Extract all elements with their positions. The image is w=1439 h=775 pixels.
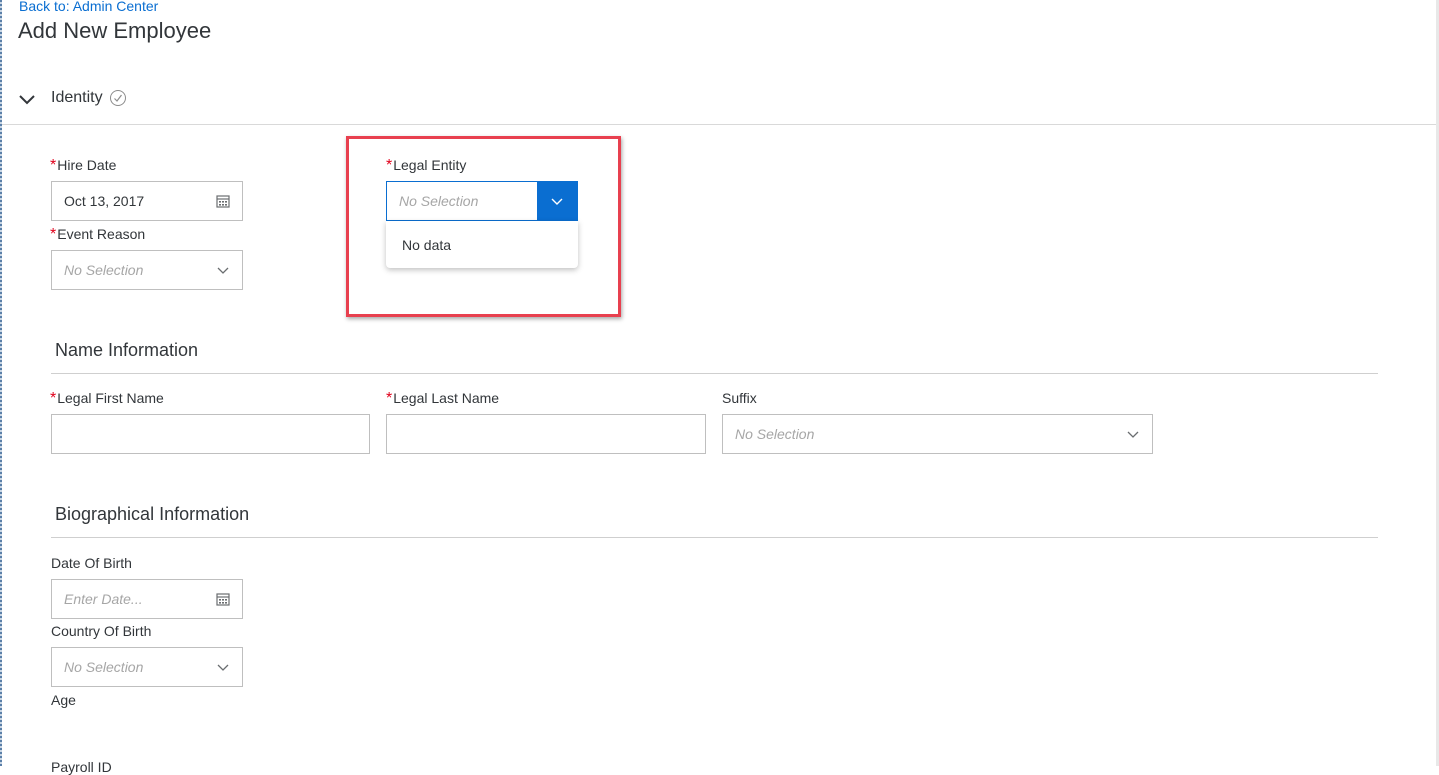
- event-reason-placeholder: No Selection: [64, 262, 144, 278]
- name-information-divider: [51, 373, 1378, 374]
- legal-entity-dropdown-button[interactable]: [537, 182, 577, 220]
- check-circle-icon: [110, 90, 126, 106]
- date-of-birth-label: Date Of Birth: [51, 555, 132, 571]
- back-to-admin-center-link[interactable]: Back to: Admin Center: [19, 0, 158, 14]
- legal-entity-dropdown-list: No data: [386, 221, 578, 268]
- hire-date-label: *Hire Date: [50, 157, 117, 174]
- required-asterisk: *: [50, 390, 57, 407]
- age-label: Age: [51, 692, 76, 708]
- required-asterisk: *: [386, 157, 393, 174]
- country-of-birth-label: Country Of Birth: [51, 623, 152, 639]
- country-of-birth-select[interactable]: No Selection: [51, 647, 243, 687]
- identity-section-label[interactable]: Identity: [51, 89, 103, 107]
- legal-first-name-input[interactable]: [51, 414, 370, 454]
- payroll-id-label: Payroll ID: [51, 759, 112, 775]
- hire-date-value: Oct 13, 2017: [64, 193, 145, 209]
- legal-entity-select[interactable]: No Selection: [386, 181, 578, 221]
- hire-date-input[interactable]: Oct 13, 2017: [51, 181, 243, 221]
- chevron-down-icon[interactable]: [216, 660, 230, 674]
- date-of-birth-placeholder: Enter Date...: [64, 591, 143, 607]
- page-title: Add New Employee: [18, 18, 212, 43]
- calendar-icon[interactable]: [216, 194, 230, 208]
- biographical-information-title: Biographical Information: [55, 504, 250, 524]
- event-reason-select[interactable]: No Selection: [51, 250, 243, 290]
- legal-last-name-label: *Legal Last Name: [386, 390, 500, 407]
- required-asterisk: *: [50, 157, 57, 174]
- name-information-title: Name Information: [55, 340, 199, 360]
- date-of-birth-input[interactable]: Enter Date...: [51, 579, 243, 619]
- required-asterisk: *: [386, 390, 393, 407]
- suffix-label: Suffix: [722, 390, 757, 406]
- chevron-down-icon[interactable]: [1126, 427, 1140, 441]
- event-reason-label: *Event Reason: [50, 226, 146, 243]
- window-left-border: [0, 0, 2, 766]
- no-data-message: No data: [402, 237, 452, 253]
- calendar-icon[interactable]: [216, 592, 230, 606]
- chevron-down-icon: [551, 198, 563, 205]
- legal-entity-placeholder: No Selection: [399, 193, 479, 209]
- suffix-select[interactable]: No Selection: [722, 414, 1153, 454]
- biographical-information-divider: [51, 537, 1378, 538]
- chevron-down-icon[interactable]: [216, 263, 230, 277]
- legal-last-name-input[interactable]: [386, 414, 706, 454]
- legal-first-name-label: *Legal First Name: [50, 390, 164, 407]
- legal-entity-label: *Legal Entity: [386, 157, 467, 174]
- collapse-chevron-icon[interactable]: [18, 90, 36, 108]
- identity-divider: [2, 124, 1436, 125]
- suffix-placeholder: No Selection: [735, 426, 815, 442]
- country-of-birth-placeholder: No Selection: [64, 659, 144, 675]
- required-asterisk: *: [50, 226, 57, 243]
